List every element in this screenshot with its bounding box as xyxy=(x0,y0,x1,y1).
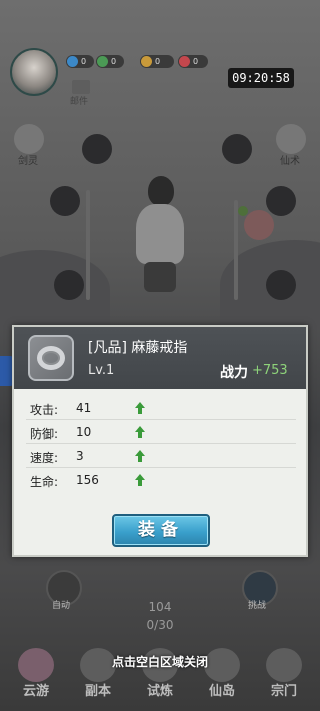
power-label: 战力 xyxy=(220,365,248,381)
gold-ingot-icon xyxy=(141,56,152,67)
resource-value: 0 xyxy=(81,57,87,66)
equip-slot[interactable] xyxy=(82,134,112,164)
stat-value: 3 xyxy=(76,449,84,463)
divider xyxy=(26,467,296,468)
nav-item-sect[interactable]: 宗门 xyxy=(256,640,312,711)
mail-icon[interactable] xyxy=(72,80,90,94)
nav-label: 试炼 xyxy=(146,684,173,699)
nav-label: 宗门 xyxy=(270,684,297,699)
arrow-up-icon xyxy=(135,402,145,414)
character-legs xyxy=(144,262,176,292)
arrow-up-icon xyxy=(135,474,145,486)
stat-name: 防御: xyxy=(30,427,59,441)
nav-item-cloud-travel[interactable]: 云游 xyxy=(8,640,64,711)
item-detail-popup: [凡品] 麻藤戒指 Lv.1 战力 +753 攻击: 41 防御: 10 速度:… xyxy=(12,325,308,557)
stage-kill-count: 0/30 xyxy=(146,618,174,632)
item-icon-frame xyxy=(28,335,74,381)
equip-slot[interactable] xyxy=(54,270,84,300)
nav-item-immortal-island[interactable]: 仙岛 xyxy=(194,640,250,711)
divider xyxy=(26,419,296,420)
equip-slot[interactable] xyxy=(266,186,296,216)
divider xyxy=(26,443,296,444)
skill-slot-immortal-art[interactable] xyxy=(276,124,306,154)
stat-row-defense: 防御: 10 xyxy=(14,421,306,444)
equip-slot[interactable] xyxy=(222,134,252,164)
player-character xyxy=(130,176,190,296)
equip-slot[interactable] xyxy=(50,186,80,216)
gem-icon xyxy=(179,56,190,67)
arrow-up-icon xyxy=(135,450,145,462)
sword-icon xyxy=(234,200,238,300)
ring-icon xyxy=(37,346,65,370)
immortal-art-label: 仙术 xyxy=(280,156,300,167)
close-hint[interactable]: 点击空白区域关闭 xyxy=(0,653,320,670)
item-header: [凡品] 麻藤戒指 Lv.1 战力 +753 xyxy=(14,327,306,389)
stage-number: 104 xyxy=(148,600,172,614)
leaf-icon xyxy=(97,56,108,67)
equip-slot[interactable] xyxy=(266,270,296,300)
stat-name: 生命: xyxy=(30,475,59,489)
resource-gold: 0 xyxy=(140,55,174,68)
stat-row-speed: 速度: 3 xyxy=(14,445,306,468)
resource-value: 0 xyxy=(193,57,199,66)
nav-item-trial[interactable]: 试炼 xyxy=(132,640,188,711)
resource-value: 0 xyxy=(155,57,161,66)
item-name: [凡品] 麻藤戒指 xyxy=(88,340,188,356)
nav-label: 云游 xyxy=(22,684,49,699)
stat-name: 速度: xyxy=(30,451,59,465)
sword-icon xyxy=(86,190,90,300)
pet-icon[interactable] xyxy=(244,210,274,240)
stat-value: 41 xyxy=(76,401,92,415)
resource-leaf: 0 xyxy=(96,55,124,68)
bottom-nav: 云游 副本 试炼 仙岛 宗门 xyxy=(0,640,320,711)
equip-button[interactable]: 装备 xyxy=(112,514,210,547)
sword-spirit-label: 剑灵 xyxy=(18,156,38,167)
character-body xyxy=(136,204,184,264)
stat-name: 攻击: xyxy=(30,403,59,417)
arrow-up-icon xyxy=(135,426,145,438)
stat-value: 156 xyxy=(76,473,99,487)
nav-label: 副本 xyxy=(84,684,111,699)
skill-slot-sword-spirit[interactable] xyxy=(14,124,44,154)
mail-label: 邮件 xyxy=(70,97,89,107)
clock: 09:20:58 xyxy=(228,68,294,88)
resource-spirit: 0 xyxy=(66,55,94,68)
nav-label: 仙岛 xyxy=(208,684,235,699)
stat-row-attack: 攻击: 41 xyxy=(14,397,306,420)
nav-item-dungeon[interactable]: 副本 xyxy=(70,640,126,711)
stat-row-hp: 生命: 156 xyxy=(14,469,306,491)
resource-value: 0 xyxy=(111,57,117,66)
stat-value: 10 xyxy=(76,425,92,439)
item-level: Lv.1 xyxy=(88,363,115,378)
player-avatar[interactable] xyxy=(10,48,58,96)
spirit-orb-icon xyxy=(67,56,78,67)
power-value: +753 xyxy=(252,363,288,378)
resource-gem: 0 xyxy=(178,55,208,68)
character-head xyxy=(148,176,174,206)
